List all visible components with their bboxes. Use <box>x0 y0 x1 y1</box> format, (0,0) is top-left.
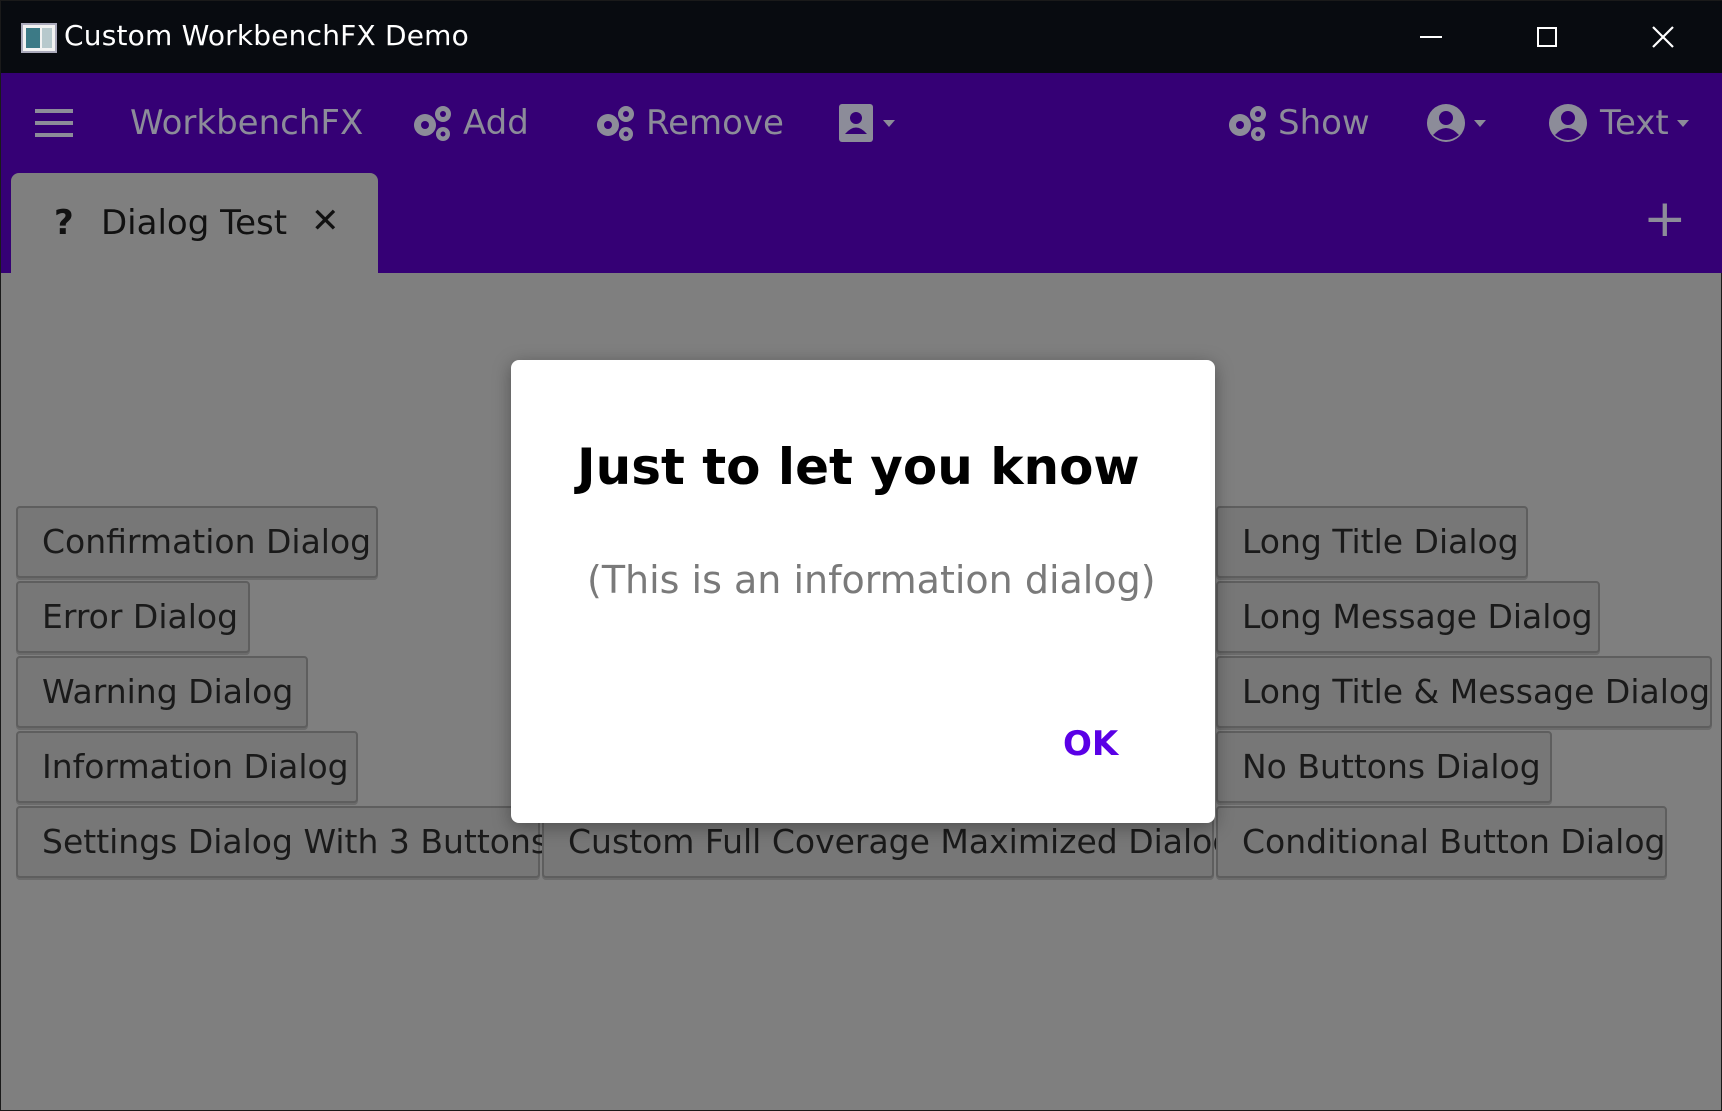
close-window-button[interactable] <box>1605 1 1721 73</box>
menu-button[interactable] <box>35 73 73 173</box>
information-dialog-button[interactable]: Information Dialog <box>16 731 358 803</box>
chevron-down-icon <box>1474 119 1486 127</box>
confirmation-dialog-button[interactable]: Confirmation Dialog <box>16 506 378 578</box>
tab-dialog-test[interactable]: ? Dialog Test ✕ <box>11 173 378 273</box>
tab-label: Dialog Test <box>101 203 288 243</box>
minimize-button[interactable] <box>1373 1 1489 73</box>
hamburger-icon <box>35 109 73 137</box>
app-icon <box>21 23 57 53</box>
contact-book-icon <box>839 104 873 142</box>
gears-icon <box>414 106 451 141</box>
add-button[interactable]: Add <box>409 73 529 173</box>
long-message-dialog-button[interactable]: Long Message Dialog <box>1216 581 1600 653</box>
warning-dialog-button[interactable]: Warning Dialog <box>16 656 308 728</box>
brand-label[interactable]: WorkbenchFX <box>130 73 363 173</box>
ok-button[interactable]: OK <box>1051 722 1130 766</box>
add-tab-icon[interactable]: + <box>1643 193 1687 245</box>
information-dialog: Just to let you know (This is an informa… <box>511 360 1215 823</box>
no-buttons-dialog-button[interactable]: No Buttons Dialog <box>1216 731 1552 803</box>
window-title: Custom WorkbenchFX Demo <box>64 19 469 52</box>
chevron-down-icon <box>1676 119 1689 127</box>
user-circle-icon <box>1549 104 1587 142</box>
gears-icon <box>597 106 634 141</box>
remove-label: Remove <box>646 103 784 143</box>
close-icon <box>1652 26 1674 48</box>
dialog-title: Just to let you know <box>577 438 1140 496</box>
maximize-button[interactable] <box>1489 1 1605 73</box>
show-button[interactable]: Show <box>1224 73 1370 173</box>
dialog-message: (This is an information dialog) <box>587 558 1156 602</box>
close-tab-icon[interactable]: ✕ <box>311 201 340 241</box>
remove-button[interactable]: Remove <box>592 73 784 173</box>
question-icon: ? <box>54 203 74 243</box>
title-bar: Custom WorkbenchFX Demo <box>1 1 1722 73</box>
toolbar: WorkbenchFX Add Remove Show Text <box>1 73 1722 173</box>
user-dropdown-button[interactable] <box>1426 73 1486 173</box>
app-window: Custom WorkbenchFX Demo WorkbenchFX Add <box>0 0 1722 1111</box>
conditional-button-dialog-button[interactable]: Conditional Button Dialog <box>1216 806 1667 878</box>
contact-dropdown-button[interactable] <box>837 73 895 173</box>
chevron-down-icon <box>883 119 895 127</box>
maximize-icon <box>1537 27 1557 47</box>
long-title-message-dialog-button[interactable]: Long Title & Message Dialog <box>1216 656 1712 728</box>
text-label: Text <box>1600 103 1669 143</box>
text-dropdown-button[interactable]: Text <box>1548 73 1689 173</box>
minimize-icon <box>1420 36 1442 38</box>
error-dialog-button[interactable]: Error Dialog <box>16 581 250 653</box>
long-title-dialog-button[interactable]: Long Title Dialog <box>1216 506 1528 578</box>
settings-dialog-button[interactable]: Settings Dialog With 3 Buttons <box>16 806 548 878</box>
add-label: Add <box>463 103 529 143</box>
tab-bar: ? Dialog Test ✕ + <box>1 173 1722 273</box>
user-circle-icon <box>1427 104 1465 142</box>
gears-icon <box>1229 106 1266 141</box>
show-label: Show <box>1278 103 1370 143</box>
